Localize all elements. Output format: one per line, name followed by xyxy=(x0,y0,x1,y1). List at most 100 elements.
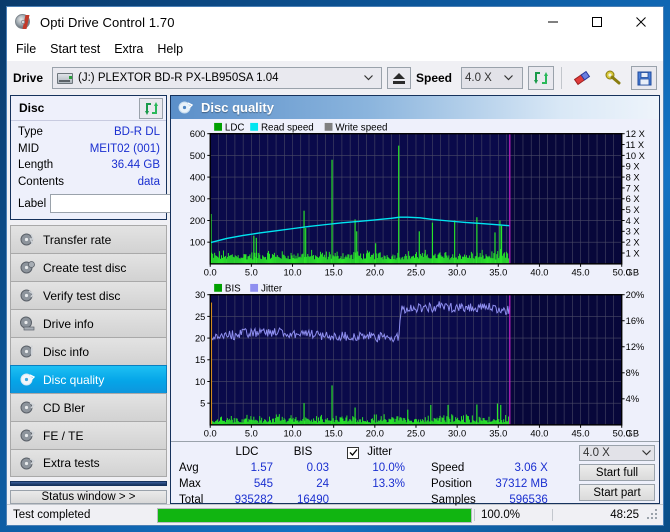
quality-bottom-chart[interactable]: 5 10 15 20 25 30 4% 8% 12% 16% 20% 0.0 5.0 10.0 15.0 20… xyxy=(173,281,657,442)
svg-text:45.0: 45.0 xyxy=(572,428,590,438)
refresh-icon xyxy=(534,72,548,84)
disc-row-key: Type xyxy=(18,126,43,138)
sidebar-item-drive-info[interactable]: Drive info xyxy=(10,309,167,337)
svg-text:GB: GB xyxy=(626,428,639,438)
sidebar-item-cd-bler[interactable]: CD Bler xyxy=(10,393,167,421)
sidebar-nav: Transfer rate Create test disc Verify te… xyxy=(10,225,167,477)
test-speed-select[interactable]: 4.0 X xyxy=(579,445,655,462)
menu-file[interactable]: File xyxy=(16,40,44,58)
svg-text:12%: 12% xyxy=(626,342,645,352)
eject-button[interactable] xyxy=(386,67,411,89)
svg-text:30.0: 30.0 xyxy=(448,428,466,438)
refresh-button[interactable] xyxy=(528,66,554,90)
drive-icon xyxy=(57,71,74,86)
erase-icon xyxy=(573,70,591,86)
svg-text:5 X: 5 X xyxy=(626,205,640,215)
quality-top-chart[interactable]: 100 200 300 400 500 600 1 X2 X3 X4 X5 X6 X7 X8… xyxy=(173,120,657,281)
start-part-label: Start part xyxy=(593,486,641,499)
samples-info-label: Samples xyxy=(431,494,476,506)
charts-container: 100 200 300 400 500 600 1 X2 X3 X4 X5 X6 X7 X8… xyxy=(171,119,659,441)
menu-help[interactable]: Help xyxy=(157,40,191,58)
stats-avg-jitter: 10.0% xyxy=(372,462,405,474)
svg-text:BIS: BIS xyxy=(225,283,241,294)
svg-text:4%: 4% xyxy=(626,394,639,404)
menu-bar: File Start test Extra Help xyxy=(7,37,663,61)
disc-create-icon xyxy=(20,260,35,275)
disc-bler-icon xyxy=(20,400,36,415)
chart-bottom-wrap: 5 10 15 20 25 30 4% 8% 12% 16% 20% 0.0 5.0 10.0 15.0 20… xyxy=(173,281,657,442)
sidebar-item-disc-info[interactable]: Disc info xyxy=(10,337,167,365)
save-button[interactable] xyxy=(631,66,657,90)
svg-text:15.0: 15.0 xyxy=(325,428,343,438)
svg-text:5.0: 5.0 xyxy=(245,428,258,438)
maximize-icon[interactable] xyxy=(575,7,619,37)
start-part-button[interactable]: Start part xyxy=(579,484,655,502)
menu-extra[interactable]: Extra xyxy=(114,40,151,58)
svg-text:30: 30 xyxy=(195,290,205,300)
disc-row-key: MID xyxy=(18,142,40,155)
body: Disc Type BD-R DL MID MEIT02 (001) Lengt… xyxy=(7,95,663,506)
svg-text:15: 15 xyxy=(195,355,205,365)
window-title: Opti Drive Control 1.70 xyxy=(40,14,175,30)
menu-start-test[interactable]: Start test xyxy=(50,40,108,58)
sidebar-item-disc-quality[interactable]: Disc quality xyxy=(10,365,167,393)
svg-text:1 X: 1 X xyxy=(626,248,640,258)
minimize-icon[interactable] xyxy=(531,7,575,37)
speed-select[interactable]: 4.0 X xyxy=(461,67,523,89)
sidebar-item-label: Transfer rate xyxy=(43,232,112,247)
disc-row-key: Length xyxy=(18,159,54,171)
status-text: Test completed xyxy=(13,509,91,521)
disc-row-value: MEIT02 (001) xyxy=(89,142,160,155)
svg-text:25.0: 25.0 xyxy=(407,268,425,278)
svg-text:Jitter: Jitter xyxy=(261,283,283,294)
stats-total-ldc: 935282 xyxy=(234,494,273,506)
svg-text:40.0: 40.0 xyxy=(530,268,548,278)
stats-max-bis: 24 xyxy=(316,478,329,490)
stats-panel: LDC BIS Jitter Avg 1.57 0.03 10.0% Max 5… xyxy=(171,441,659,506)
save-icon xyxy=(637,71,651,85)
test-speed-value: 4.0 X xyxy=(583,447,610,460)
tools-icon xyxy=(605,70,621,85)
disc-row-contents: Contents data xyxy=(18,174,160,191)
sidebar-item-fe-te[interactable]: FE / TE xyxy=(10,421,167,449)
chevron-down-icon xyxy=(358,73,379,83)
disc-refresh-button[interactable] xyxy=(139,97,163,119)
start-full-label: Start full xyxy=(595,466,639,479)
status-window-button[interactable]: Status window > > xyxy=(10,490,167,504)
svg-text:12 X: 12 X xyxy=(626,129,645,139)
disc-row-value: 36.44 GB xyxy=(111,159,160,171)
svg-text:500: 500 xyxy=(190,151,206,161)
stats-actions: 4.0 X Start full Start part xyxy=(579,444,655,502)
sidebar-item-transfer-rate[interactable]: Transfer rate xyxy=(10,225,167,253)
samples-info-value: 596536 xyxy=(509,494,548,506)
sidebar-item-label: Verify test disc xyxy=(43,288,121,303)
disc-panel: Disc Type BD-R DL MID MEIT02 (001) Lengt… xyxy=(10,95,251,220)
start-full-button[interactable]: Start full xyxy=(579,464,655,482)
stats-avg-ldc: 1.57 xyxy=(250,462,273,474)
svg-text:Read speed: Read speed xyxy=(261,122,314,133)
stats-max-jitter: 13.3% xyxy=(372,478,405,490)
close-icon[interactable] xyxy=(619,7,663,37)
drive-select[interactable]: (J:) PLEXTOR BD-R PX-LB950SA 1.04 xyxy=(52,67,382,89)
sidebar-item-label: Disc quality xyxy=(43,372,105,387)
eject-icon xyxy=(392,72,405,84)
erase-button[interactable] xyxy=(569,66,595,90)
disc-quality-icon xyxy=(178,100,194,115)
disc-extra-icon xyxy=(20,456,36,471)
sidebar-item-verify-test-disc[interactable]: Verify test disc xyxy=(10,281,167,309)
disc-transfer-icon xyxy=(20,232,35,247)
stats-col-bis: BIS xyxy=(293,446,313,458)
svg-text:25.0: 25.0 xyxy=(407,428,425,438)
svg-text:10: 10 xyxy=(195,376,205,386)
sidebar-item-create-test-disc[interactable]: Create test disc xyxy=(10,253,167,281)
svg-text:45.0: 45.0 xyxy=(572,268,590,278)
svg-text:5: 5 xyxy=(200,398,205,408)
resize-grip[interactable] xyxy=(647,509,659,521)
svg-text:15.0: 15.0 xyxy=(325,268,343,278)
sidebar-item-extra-tests[interactable]: Extra tests xyxy=(10,449,167,477)
jitter-checkbox[interactable] xyxy=(347,446,359,459)
position-info-label: Position xyxy=(431,478,472,490)
disc-label-row: Label xyxy=(18,193,251,214)
tools-button[interactable] xyxy=(600,66,626,90)
svg-text:0.0: 0.0 xyxy=(204,268,217,278)
